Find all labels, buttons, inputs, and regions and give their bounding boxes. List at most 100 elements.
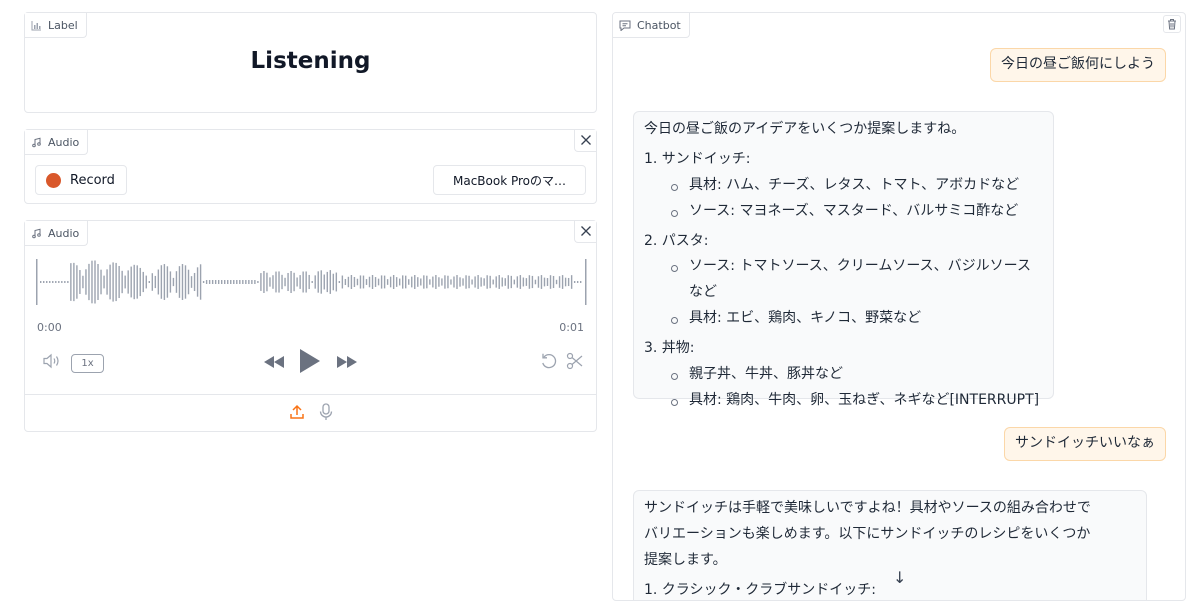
list-subitem: ソース: マヨネーズ、マスタード、バルサミコ酢など bbox=[644, 199, 1043, 225]
microphone-icon bbox=[319, 402, 333, 425]
waveform-bar bbox=[368, 276, 371, 288]
waveform[interactable] bbox=[35, 257, 588, 307]
waveform-bar bbox=[353, 276, 356, 288]
waveform-bar bbox=[408, 279, 410, 285]
upload-icon bbox=[289, 404, 305, 424]
waveform-bar bbox=[498, 275, 500, 289]
waveform-bar bbox=[184, 265, 187, 299]
volume-button[interactable] bbox=[41, 353, 63, 373]
waveform-bar bbox=[61, 281, 63, 283]
waveform-bar bbox=[347, 276, 350, 288]
waveform-bar bbox=[172, 277, 175, 287]
waveform-bar bbox=[426, 275, 428, 289]
waveform-bar bbox=[420, 278, 422, 286]
waveform-bar bbox=[248, 280, 250, 284]
audio-record-tag-text: Audio bbox=[48, 135, 80, 149]
waveform-bar bbox=[287, 272, 289, 292]
waveform-bar bbox=[127, 270, 129, 294]
fast-forward-icon bbox=[336, 354, 358, 373]
play-button[interactable] bbox=[298, 349, 322, 376]
user-message: 今日の昼ご飯何にしよう bbox=[990, 48, 1166, 82]
playback-speed-button[interactable]: 1x bbox=[71, 354, 104, 373]
trim-button[interactable] bbox=[565, 352, 585, 373]
waveform-bar bbox=[573, 281, 576, 283]
waveform-bar bbox=[175, 271, 178, 293]
waveform-bar bbox=[356, 278, 359, 286]
waveform-bar bbox=[459, 277, 461, 287]
waveform-bar bbox=[214, 280, 217, 284]
waveform-bar bbox=[139, 267, 141, 297]
waveform-bar bbox=[55, 281, 57, 283]
close-record-button[interactable] bbox=[574, 130, 596, 152]
waveform-bar bbox=[208, 280, 211, 284]
user-message: サンドイッチいいなぁ bbox=[1004, 427, 1166, 461]
audio-record-tag: Audio bbox=[25, 130, 89, 155]
audio-source-bar bbox=[25, 394, 596, 432]
waveform-bar bbox=[402, 275, 404, 289]
waveform-bar bbox=[540, 275, 543, 289]
waveform-bar bbox=[106, 269, 108, 295]
waveform-bar bbox=[67, 281, 69, 283]
waveform-bar bbox=[112, 262, 114, 302]
waveform-bar bbox=[362, 275, 365, 289]
upload-button[interactable] bbox=[289, 404, 305, 424]
waveform-bar bbox=[43, 281, 45, 283]
waveform-bar bbox=[257, 281, 259, 283]
waveform-bar bbox=[495, 276, 497, 288]
list-item: 1. クラシック・クラブサンドイッチ: bbox=[644, 581, 876, 598]
waveform-bar bbox=[558, 276, 561, 288]
bot-message: 今日の昼ご飯のアイデアをいくつか提案しますね。 1. サンドイッチ: 具材: ハ… bbox=[633, 111, 1054, 408]
volume-icon bbox=[42, 353, 62, 373]
record-button[interactable]: Record bbox=[35, 165, 127, 195]
waveform-bar bbox=[513, 279, 516, 285]
waveform-bar bbox=[211, 280, 214, 284]
waveform-bar bbox=[395, 277, 398, 287]
list-item: 3. 丼物: bbox=[644, 340, 695, 357]
waveform-bar bbox=[564, 277, 567, 287]
waveform-bar bbox=[477, 275, 479, 289]
waveform-bar bbox=[52, 281, 54, 283]
waveform-bar bbox=[227, 280, 229, 284]
waveform-bar bbox=[193, 272, 196, 292]
waveform-bar bbox=[254, 280, 256, 284]
waveform-bar bbox=[148, 281, 150, 283]
waveform-bar bbox=[263, 271, 265, 293]
time-current: 0:00 bbox=[37, 321, 62, 334]
audio-record-panel: Audio Record MacBook Proのマ… bbox=[24, 129, 597, 204]
rewind-button[interactable] bbox=[262, 354, 286, 372]
waveform-bar bbox=[94, 260, 96, 304]
waveform-bar bbox=[130, 266, 132, 298]
audio-player-tag: Audio bbox=[25, 221, 89, 246]
microphone-device-select[interactable]: MacBook Proのマ… bbox=[433, 165, 586, 195]
bot-message-intro: 今日の昼ご飯のアイデアをいくつか提案しますね。 bbox=[644, 121, 966, 137]
list-subitem: 具材: ハム、チーズ、レタス、トマト、アボカドなど bbox=[644, 173, 1043, 199]
waveform-bar bbox=[85, 269, 87, 295]
waveform-bar bbox=[278, 271, 280, 293]
waveform-bar bbox=[169, 271, 172, 293]
bot-message-line: 提案します。 bbox=[644, 551, 727, 568]
fast-forward-button[interactable] bbox=[335, 354, 359, 372]
waveform-bar bbox=[233, 280, 235, 284]
clear-chat-button[interactable] bbox=[1163, 15, 1181, 33]
waveform-bar bbox=[272, 275, 274, 289]
waveform-bar bbox=[359, 275, 362, 289]
waveform-bar bbox=[205, 280, 208, 284]
waveform-bar bbox=[115, 262, 117, 302]
waveform-bar bbox=[142, 271, 144, 293]
undo-button[interactable] bbox=[539, 353, 559, 373]
microphone-button[interactable] bbox=[319, 402, 333, 425]
waveform-bar bbox=[567, 277, 570, 287]
waveform-bar bbox=[221, 280, 223, 284]
waveform-bar bbox=[537, 276, 540, 288]
waveform-bar bbox=[224, 280, 226, 284]
waveform-bar bbox=[579, 281, 582, 283]
close-player-button[interactable] bbox=[574, 221, 596, 243]
waveform-bar bbox=[88, 263, 90, 301]
waveform-bar bbox=[474, 276, 476, 288]
waveform-bar bbox=[118, 265, 120, 299]
chatbot-tag: Chatbot bbox=[613, 13, 690, 38]
list-item: 2. パスタ: bbox=[644, 232, 709, 249]
arrow-down-icon[interactable]: ↓ bbox=[893, 568, 906, 587]
waveform-bar bbox=[411, 276, 413, 288]
rewind-icon bbox=[263, 354, 285, 373]
